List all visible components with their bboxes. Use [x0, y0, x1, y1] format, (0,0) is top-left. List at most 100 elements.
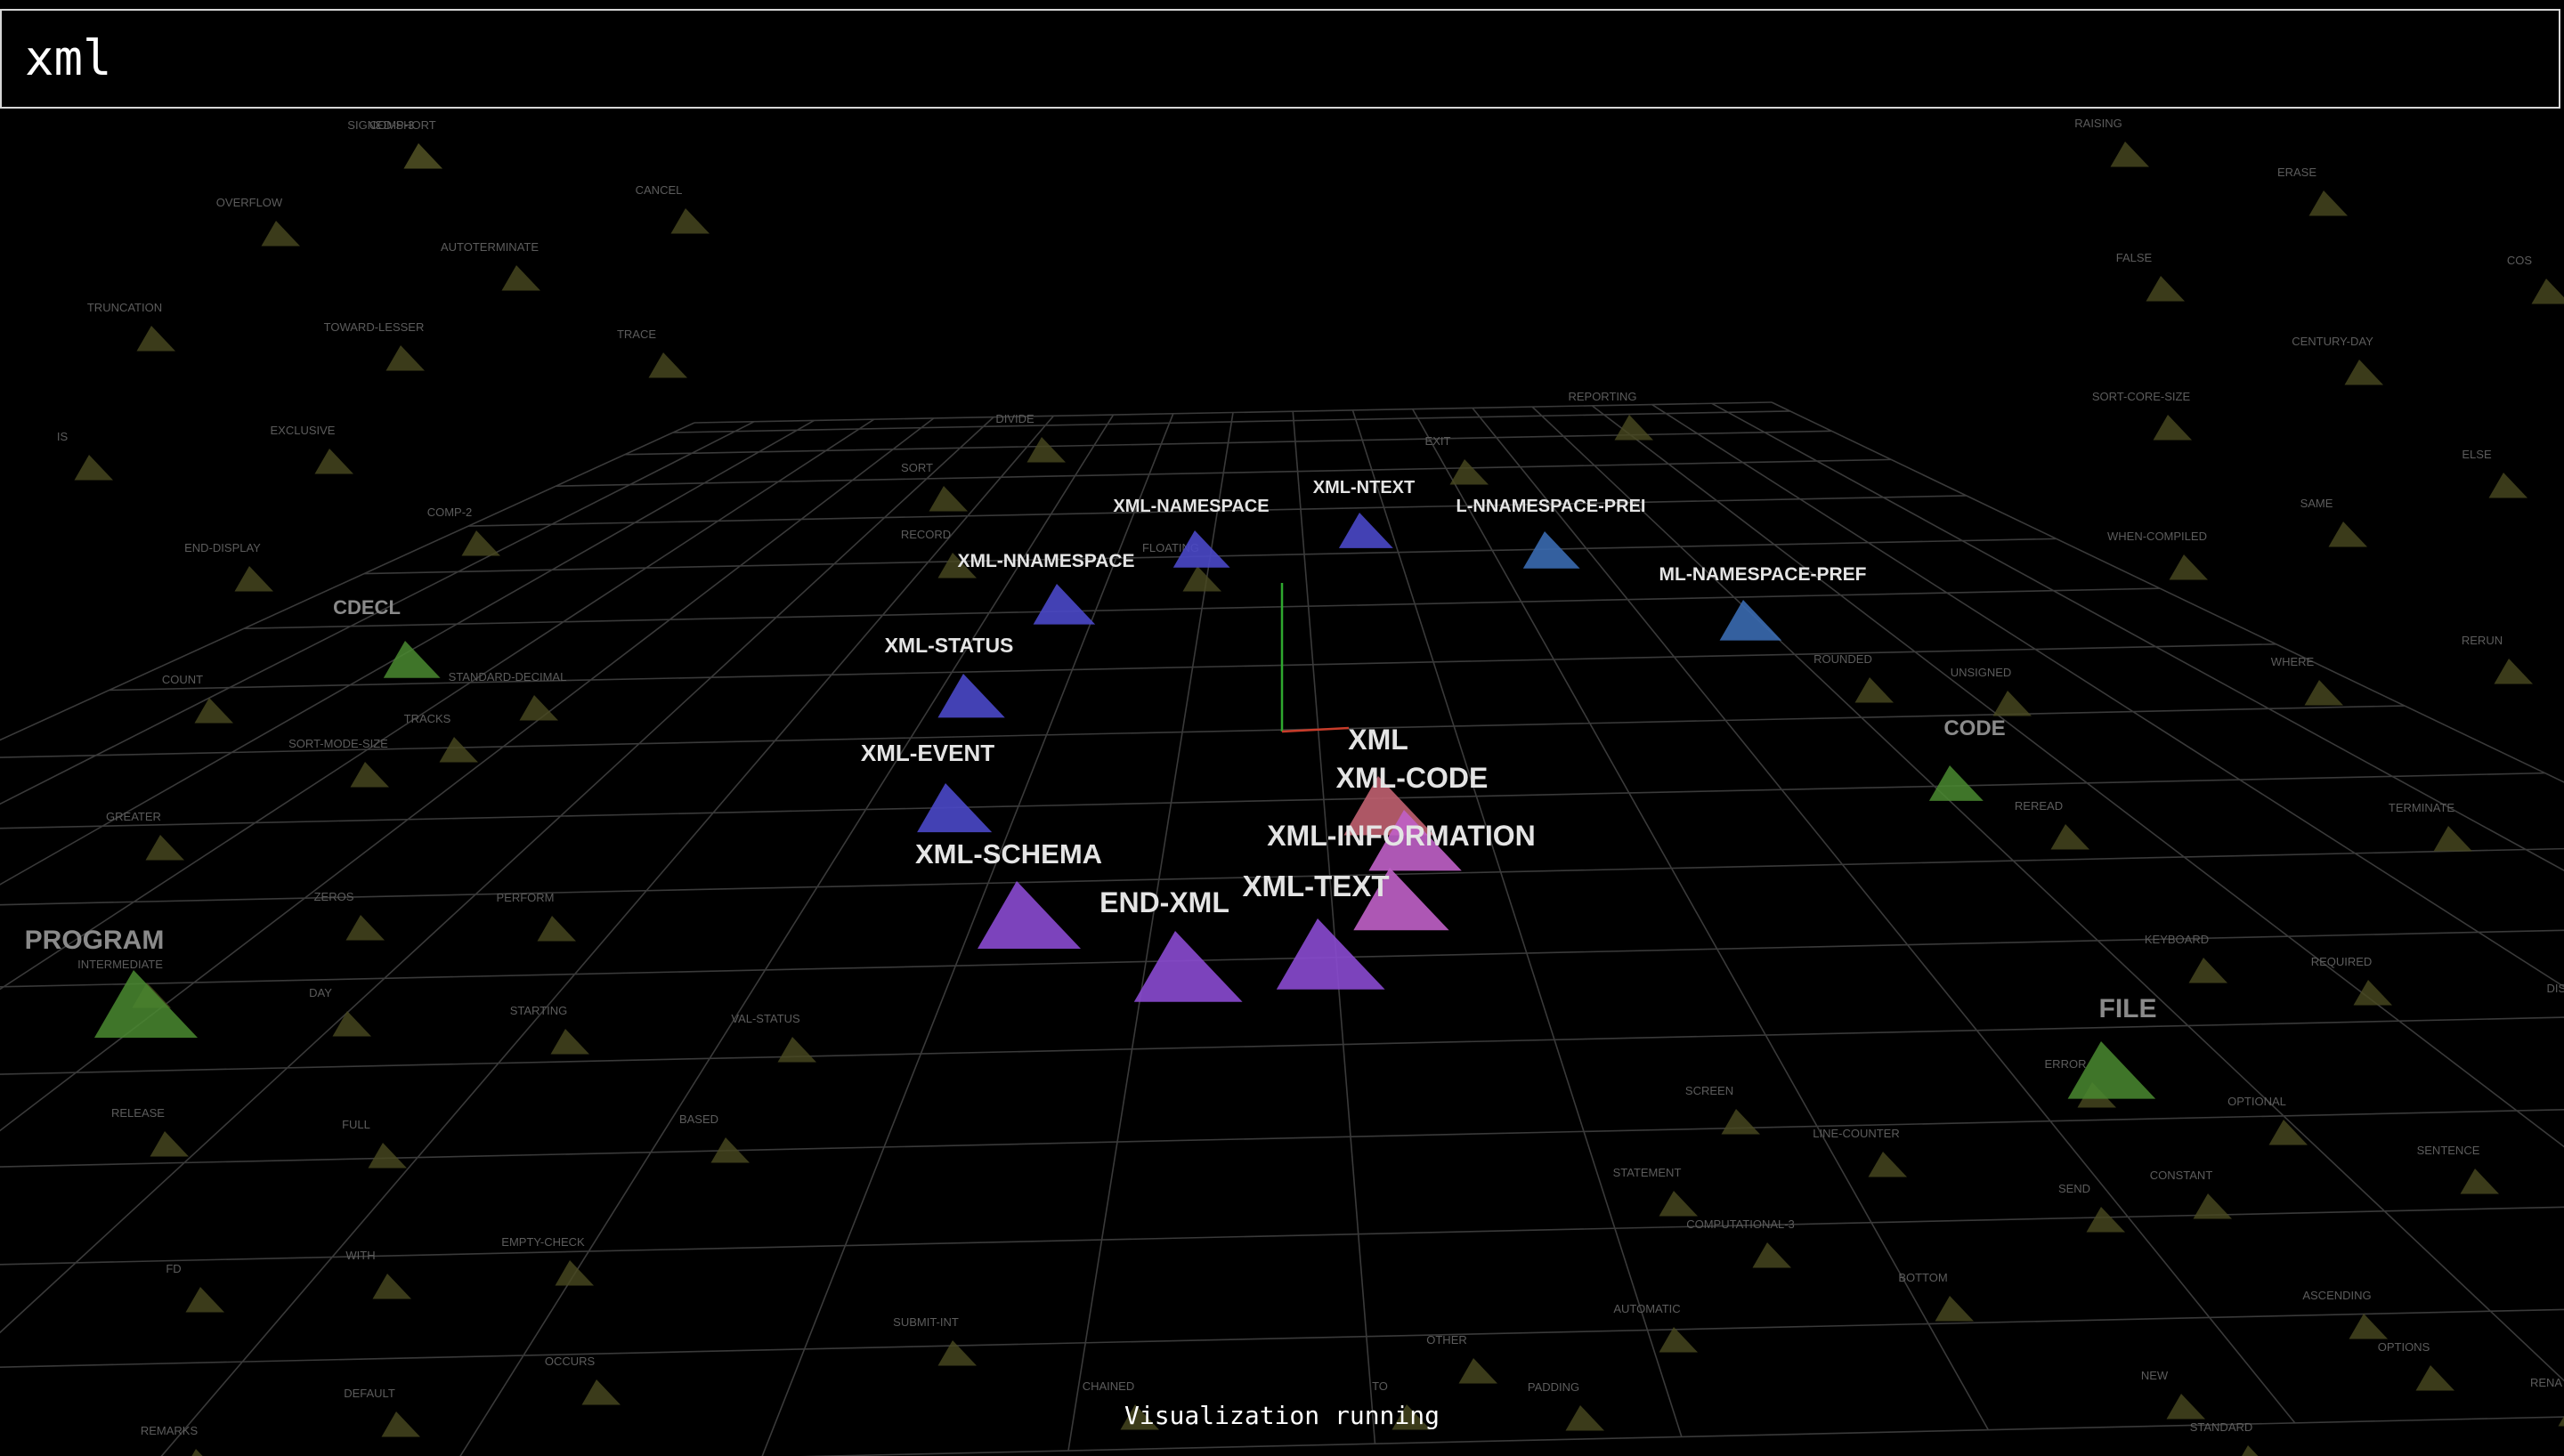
background-node-marker[interactable]	[2193, 1193, 2233, 1219]
background-node[interactable]: CENTURY-DAY	[2292, 335, 2383, 385]
background-node-marker[interactable]	[385, 345, 426, 371]
background-node[interactable]: TERMINATE	[2389, 801, 2472, 852]
highlighted-node[interactable]: L-NNAMESPACE-PREI	[1456, 497, 1646, 569]
background-node-marker[interactable]	[2488, 473, 2528, 498]
background-node[interactable]: COUNT	[162, 673, 233, 724]
background-node-marker[interactable]	[1659, 1191, 1699, 1217]
background-node[interactable]: TRACE	[617, 328, 687, 378]
background-node[interactable]: OVERFLOW	[216, 196, 300, 247]
background-node[interactable]: CONSTANT	[2150, 1169, 2232, 1219]
background-node[interactable]: END-DISPLAY	[184, 541, 273, 592]
highlighted-node[interactable]: XML-NTEXT	[1313, 478, 1415, 548]
background-node-marker[interactable]	[185, 1287, 225, 1313]
background-node[interactable]: RERUN	[2462, 634, 2533, 684]
background-node-marker[interactable]	[1868, 1152, 1908, 1177]
background-node-marker[interactable]	[2344, 360, 2384, 385]
background-node[interactable]: RAISING	[2074, 117, 2149, 167]
background-node-marker[interactable]	[2086, 1207, 2126, 1233]
background-node-marker[interactable]	[234, 566, 274, 592]
background-node[interactable]: GREATER	[106, 810, 184, 861]
near-node-marker[interactable]	[383, 641, 441, 678]
background-node[interactable]: RELEASE	[111, 1106, 189, 1157]
background-node[interactable]: SENTENCE	[2417, 1144, 2499, 1194]
highlighted-node[interactable]: ML-NAMESPACE-PREF	[1659, 564, 1867, 641]
near-node-marker[interactable]	[1928, 765, 1984, 801]
background-node-marker[interactable]	[2304, 680, 2344, 706]
background-node-marker[interactable]	[2308, 190, 2349, 216]
background-node[interactable]: EXIT	[1425, 434, 1489, 485]
background-node[interactable]: SORT-MODE-SIZE	[288, 737, 389, 788]
background-node-marker[interactable]	[403, 143, 443, 169]
background-node[interactable]: REQUIRED	[2311, 955, 2392, 1006]
background-node[interactable]: AUTOTERMINATE	[441, 240, 540, 291]
background-node[interactable]: COMPUTATIONAL-3	[1686, 1217, 1795, 1268]
background-node[interactable]: OTHER	[1426, 1333, 1497, 1384]
background-node-marker[interactable]	[136, 326, 176, 352]
near-node[interactable]: FILE	[2067, 994, 2157, 1099]
background-node-marker[interactable]	[314, 449, 354, 474]
near-node[interactable]: CDECL	[333, 596, 441, 678]
background-node-marker[interactable]	[1659, 1327, 1699, 1353]
background-node[interactable]: STARTING	[510, 1004, 589, 1055]
background-node-marker[interactable]	[2460, 1169, 2500, 1194]
background-node-marker[interactable]	[2169, 554, 2209, 580]
background-node-marker[interactable]	[519, 695, 559, 721]
background-node-marker[interactable]	[1449, 459, 1489, 485]
background-node-marker[interactable]	[2050, 824, 2090, 850]
background-node-marker[interactable]	[537, 916, 577, 942]
scene-3d-view[interactable]: COMP-3OVERFLOWTRUNCATIONTOWARD-LESSERAUT…	[0, 0, 2564, 1456]
background-node-marker[interactable]	[550, 1029, 590, 1055]
background-node-marker[interactable]	[345, 915, 385, 941]
background-node[interactable]: SEND	[2058, 1182, 2125, 1233]
near-node-marker[interactable]	[94, 970, 198, 1038]
background-node-marker[interactable]	[2146, 276, 2186, 302]
highlighted-node-marker[interactable]	[978, 881, 1081, 949]
background-node-marker[interactable]	[777, 1037, 817, 1063]
background-node-marker[interactable]	[145, 835, 185, 861]
background-node-marker[interactable]	[2433, 826, 2473, 852]
background-node-marker[interactable]	[2153, 415, 2193, 441]
background-node-marker[interactable]	[1992, 691, 2033, 716]
background-node[interactable]: COS	[2507, 254, 2564, 304]
background-node-marker[interactable]	[501, 265, 541, 291]
background-node-marker[interactable]	[2349, 1314, 2389, 1339]
background-node[interactable]: LINE-COUNTER	[1813, 1127, 1907, 1177]
background-node[interactable]: DAY	[309, 986, 371, 1037]
highlighted-node-marker[interactable]	[937, 674, 1005, 718]
background-node-marker[interactable]	[2353, 980, 2393, 1006]
highlighted-node-marker[interactable]	[1133, 931, 1243, 1002]
near-node[interactable]: PROGRAM	[25, 926, 198, 1038]
background-node[interactable]: FALSE	[2116, 251, 2185, 302]
background-node-marker[interactable]	[2328, 522, 2368, 547]
background-node-marker[interactable]	[1935, 1296, 1975, 1322]
background-node[interactable]: TOWARD-LESSER	[324, 320, 425, 371]
highlighted-node[interactable]: XML-SCHEMA	[915, 838, 1102, 949]
highlighted-node[interactable]: XML-NAMESPACE	[1113, 497, 1270, 568]
background-node-marker[interactable]	[461, 530, 501, 556]
background-node-marker[interactable]	[350, 762, 390, 788]
highlighted-node-marker[interactable]	[1033, 584, 1096, 625]
background-node[interactable]: ROUNDED	[1813, 652, 1894, 703]
background-node-marker[interactable]	[74, 455, 114, 481]
highlighted-node-marker[interactable]	[1338, 513, 1393, 548]
background-node[interactable]: CANCEL	[636, 183, 710, 234]
background-node[interactable]: SAME	[2300, 497, 2367, 547]
background-node[interactable]: WHERE	[2271, 655, 2343, 706]
background-node[interactable]: PERFORM	[497, 891, 577, 942]
background-node-marker[interactable]	[648, 352, 688, 378]
background-node-marker[interactable]	[182, 1449, 221, 1456]
background-node-marker[interactable]	[2234, 1445, 2273, 1456]
background-node-marker[interactable]	[937, 1340, 978, 1366]
background-node[interactable]: EXCLUSIVE	[271, 424, 353, 474]
background-node-marker[interactable]	[929, 486, 969, 512]
background-node[interactable]: AUTOMATIC	[1613, 1302, 1698, 1353]
background-node[interactable]: OCCURS	[545, 1355, 621, 1405]
background-node[interactable]: DIVIDE	[995, 412, 1066, 463]
background-node-marker[interactable]	[2110, 142, 2150, 167]
background-node-marker[interactable]	[368, 1143, 408, 1169]
background-node-marker[interactable]	[332, 1011, 372, 1037]
background-node-marker[interactable]	[439, 737, 479, 763]
background-node-marker[interactable]	[555, 1260, 595, 1286]
background-node[interactable]: TRUNCATION	[87, 301, 175, 352]
background-node[interactable]: SUBMIT-INT	[893, 1315, 977, 1366]
